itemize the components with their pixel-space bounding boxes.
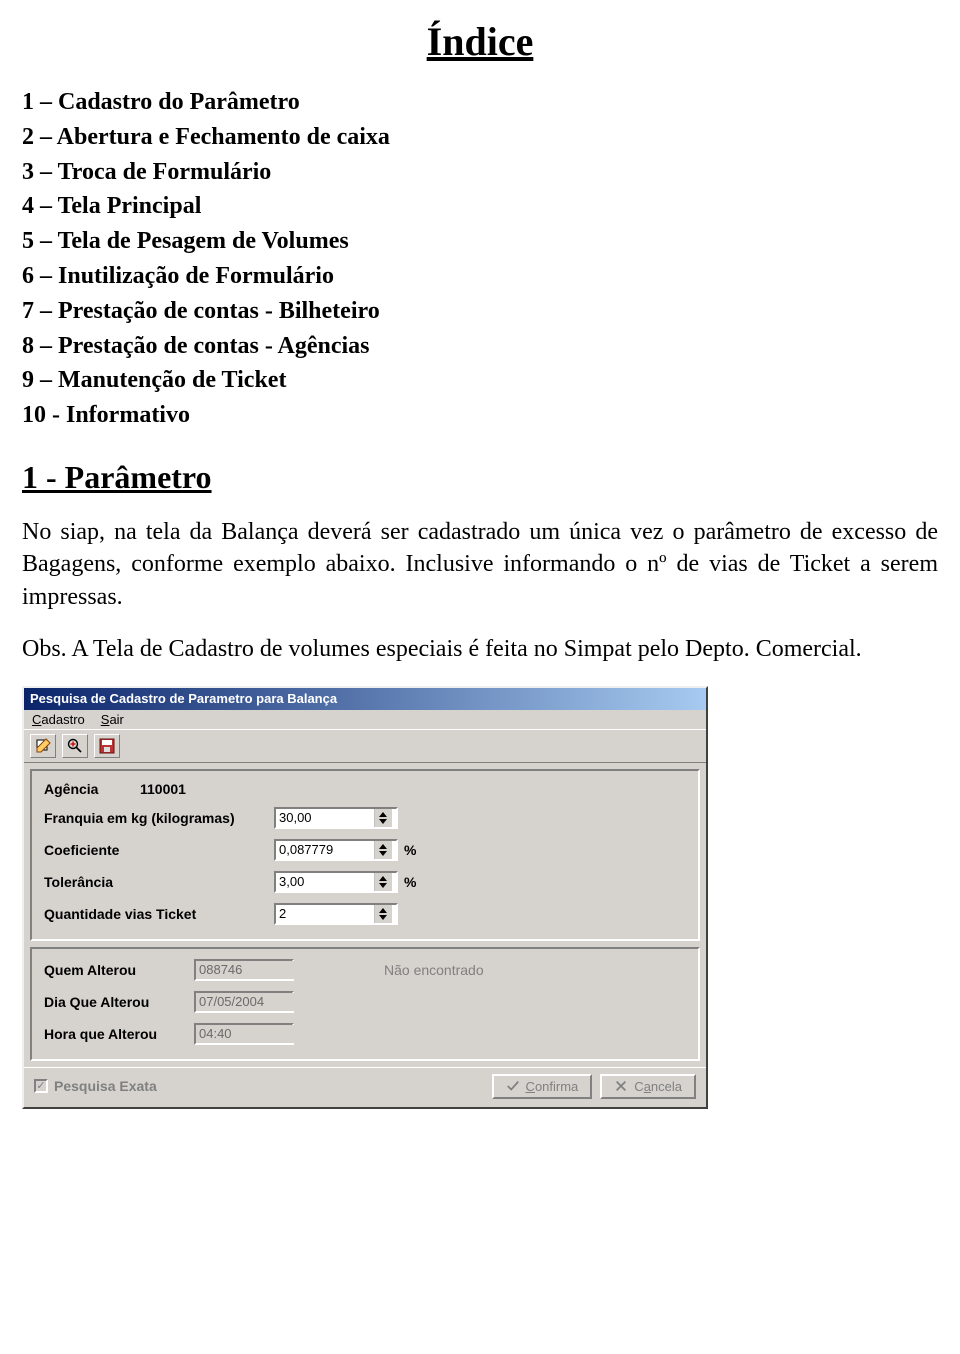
row-quem: Quem Alterou Não encontrado (44, 959, 686, 981)
input-coeficiente[interactable] (276, 841, 374, 859)
paragraph-note: Obs. A Tela de Cadastro de volumes espec… (22, 633, 938, 665)
edit-icon (35, 738, 51, 754)
page-title: Índice (22, 18, 938, 65)
input-wrap-hora (194, 1023, 294, 1045)
label-tolerancia: Tolerância (44, 874, 274, 890)
row-franquia: Franquia em kg (kilogramas) (44, 807, 686, 829)
input-wrap-franquia (274, 807, 398, 829)
row-coeficiente: Coeficiente % (44, 839, 686, 861)
label-franquia: Franquia em kg (kilogramas) (44, 810, 274, 826)
cancela-button[interactable]: Cancela (600, 1074, 696, 1099)
cancel-icon (614, 1079, 628, 1093)
check-icon (506, 1079, 520, 1093)
index-item: 8 – Prestação de contas - Agências (22, 329, 938, 364)
dialog-titlebar: Pesquisa de Cadastro de Parametro para B… (24, 688, 706, 710)
input-qtd-vias[interactable] (276, 905, 374, 923)
label-agencia: Agência (44, 781, 134, 797)
value-agencia: 110001 (140, 781, 186, 797)
toolbar-edit-button[interactable] (30, 734, 56, 758)
pct-tolerancia: % (404, 874, 416, 890)
menu-cadastro[interactable]: Cadastro (32, 712, 85, 727)
label-qtd-vias: Quantidade vias Ticket (44, 906, 274, 922)
input-hora (196, 1025, 294, 1043)
input-tolerancia[interactable] (276, 873, 374, 891)
input-wrap-dia (194, 991, 294, 1013)
dialog-window: Pesquisa de Cadastro de Parametro para B… (22, 686, 708, 1109)
toolbar (24, 729, 706, 763)
label-hora: Hora que Alterou (44, 1026, 194, 1042)
form-panel-audit: Quem Alterou Não encontrado Dia Que Alte… (30, 947, 700, 1061)
input-dia (196, 993, 294, 1011)
status-not-found: Não encontrado (384, 962, 484, 978)
toolbar-zoom-button[interactable] (62, 734, 88, 758)
spinner-tolerancia[interactable] (374, 873, 392, 891)
index-item: 7 – Prestação de contas - Bilheteiro (22, 294, 938, 329)
input-wrap-coeficiente (274, 839, 398, 861)
input-wrap-quem (194, 959, 294, 981)
row-hora: Hora que Alterou (44, 1023, 686, 1045)
spinner-coeficiente[interactable] (374, 841, 392, 859)
input-wrap-tolerancia (274, 871, 398, 893)
index-item: 9 – Manutenção de Ticket (22, 363, 938, 398)
zoom-icon (67, 738, 83, 754)
input-wrap-qtd-vias (274, 903, 398, 925)
spinner-qtd-vias[interactable] (374, 905, 392, 923)
checkbox-pesquisa-exata[interactable]: ✓ (34, 1079, 48, 1093)
index-item: 2 – Abertura e Fechamento de caixa (22, 120, 938, 155)
section-heading: 1 - Parâmetro (22, 459, 938, 496)
row-dia: Dia Que Alterou (44, 991, 686, 1013)
label-dia: Dia Que Alterou (44, 994, 194, 1010)
label-pesquisa-exata: Pesquisa Exata (54, 1078, 157, 1094)
index-item: 6 – Inutilização de Formulário (22, 259, 938, 294)
index-item: 10 - Informativo (22, 398, 938, 433)
spinner-franquia[interactable] (374, 809, 392, 827)
input-quem (196, 961, 294, 979)
row-tolerancia: Tolerância % (44, 871, 686, 893)
label-coeficiente: Coeficiente (44, 842, 274, 858)
index-item: 5 – Tela de Pesagem de Volumes (22, 224, 938, 259)
form-panel-main: Agência 110001 Franquia em kg (kilograma… (30, 769, 700, 941)
index-list: 1 – Cadastro do Parâmetro 2 – Abertura e… (22, 85, 938, 433)
confirma-button[interactable]: Confirma (492, 1074, 593, 1099)
row-agencia: Agência 110001 (44, 781, 686, 797)
menu-sair[interactable]: Sair (101, 712, 124, 727)
label-quem: Quem Alterou (44, 962, 194, 978)
input-franquia[interactable] (276, 809, 374, 827)
index-item: 3 – Troca de Formulário (22, 155, 938, 190)
dialog-bottombar: ✓ Pesquisa Exata Confirma Cancela (24, 1067, 706, 1107)
row-qtd-vias: Quantidade vias Ticket (44, 903, 686, 925)
index-item: 1 – Cadastro do Parâmetro (22, 85, 938, 120)
menu-bar: Cadastro Sair (24, 710, 706, 729)
save-icon (99, 738, 115, 754)
index-item: 4 – Tela Principal (22, 189, 938, 224)
pct-coeficiente: % (404, 842, 416, 858)
toolbar-save-button[interactable] (94, 734, 120, 758)
paragraph-body: No siap, na tela da Balança deverá ser c… (22, 516, 938, 613)
